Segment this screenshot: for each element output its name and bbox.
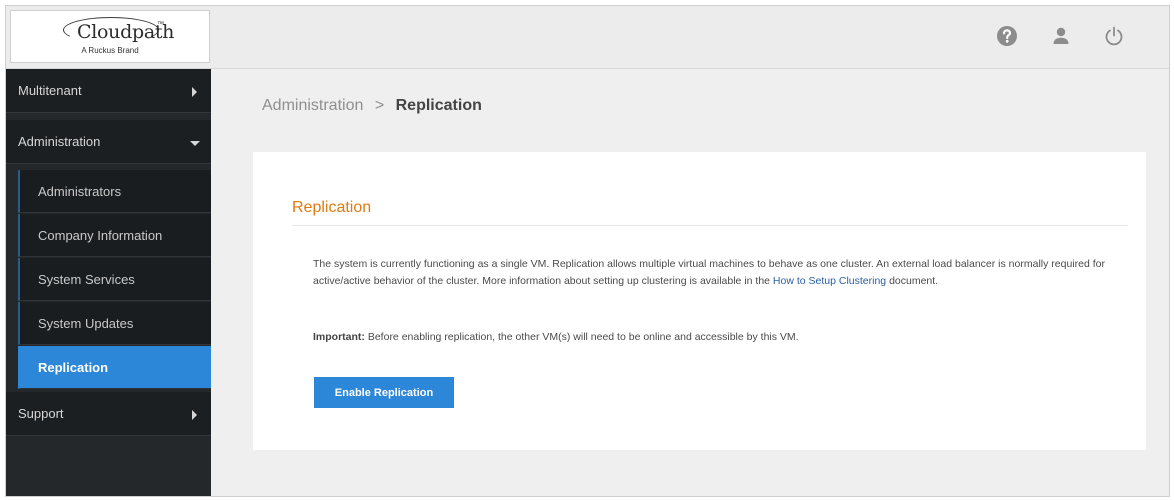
breadcrumb: Administration > Replication: [262, 97, 482, 115]
description-text: The system is currently functioning as a…: [313, 258, 1105, 287]
sidebar: Multitenant Administration Administrator…: [6, 69, 211, 496]
sidebar-item-system-services[interactable]: System Services: [18, 258, 211, 301]
sidebar-item-label: Support: [18, 406, 64, 421]
chevron-right-icon: [192, 410, 197, 420]
breadcrumb-parent[interactable]: Administration: [262, 97, 363, 114]
panel-divider: [292, 225, 1128, 226]
sidebar-subitem-label: Administrators: [38, 183, 122, 199]
top-bar: Cloudpath ™ A Ruckus Brand: [6, 6, 1169, 69]
sidebar-item-support[interactable]: Support: [6, 392, 211, 436]
brand-logo[interactable]: Cloudpath ™ A Ruckus Brand: [10, 10, 210, 63]
chevron-down-icon: [190, 141, 200, 146]
power-icon[interactable]: [1102, 24, 1126, 48]
sidebar-item-system-updates[interactable]: System Updates: [18, 302, 211, 345]
sidebar-subitem-label: Company Information: [38, 227, 163, 243]
setup-clustering-link[interactable]: How to Setup Clustering: [773, 275, 886, 287]
breadcrumb-separator: >: [374, 97, 385, 114]
sidebar-item-replication[interactable]: Replication: [18, 346, 211, 389]
sidebar-item-multitenant[interactable]: Multitenant: [6, 69, 211, 113]
panel-description: The system is currently functioning as a…: [313, 256, 1123, 290]
important-text: Before enabling replication, the other V…: [364, 331, 799, 343]
sidebar-subitem-label: Replication: [38, 359, 109, 375]
sidebar-subitem-label: System Updates: [38, 315, 134, 331]
sidebar-item-administrators[interactable]: Administrators: [18, 170, 211, 213]
chevron-right-icon: [192, 87, 197, 97]
sidebar-item-company-information[interactable]: Company Information: [18, 214, 211, 257]
enable-replication-button[interactable]: Enable Replication: [314, 377, 454, 408]
replication-panel: Replication The system is currently func…: [253, 152, 1146, 450]
logo-tagline: A Ruckus Brand: [81, 46, 139, 55]
sidebar-item-label: Administration: [18, 134, 101, 149]
important-label: Important:: [313, 331, 365, 343]
logo-trademark: ™: [157, 21, 164, 28]
breadcrumb-current: Replication: [395, 97, 482, 114]
sidebar-item-label: Multitenant: [18, 83, 82, 98]
app-window: Cloudpath ™ A Ruckus Brand Multitenant A…: [5, 5, 1170, 497]
sidebar-subitem-label: System Services: [38, 271, 135, 287]
panel-title: Replication: [292, 199, 372, 216]
description-text-end: document.: [886, 275, 939, 287]
important-note: Important: Before enabling replication, …: [313, 331, 799, 343]
user-icon[interactable]: [1049, 24, 1073, 48]
help-icon[interactable]: [995, 24, 1019, 48]
sidebar-item-administration[interactable]: Administration: [6, 120, 211, 164]
